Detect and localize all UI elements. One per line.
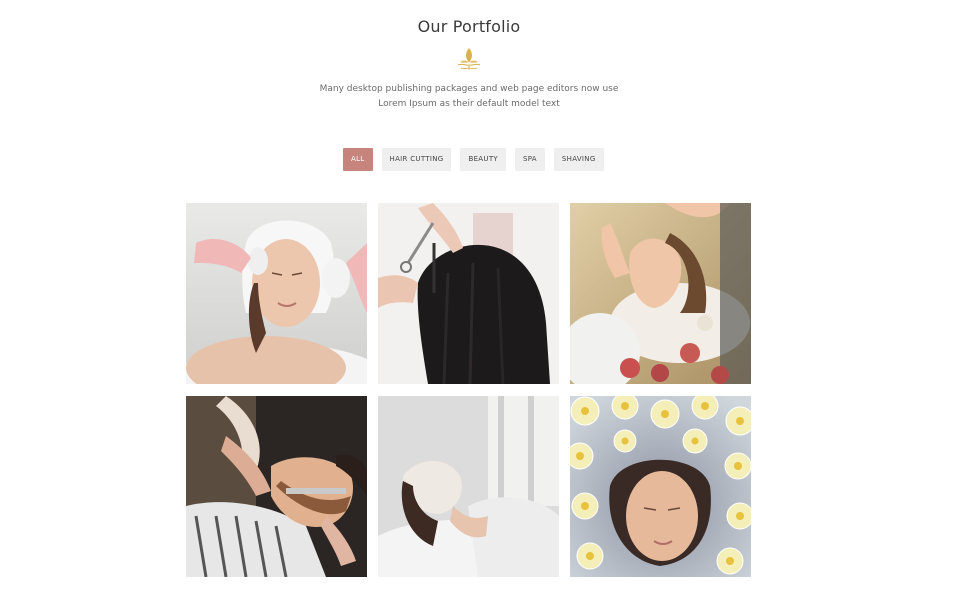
portfolio-item-face-mask[interactable] [378, 396, 559, 577]
portfolio-item-flower-bath[interactable] [570, 396, 751, 577]
facial-cleansing-photo [186, 203, 367, 384]
page-title: Our Portfolio [417, 17, 521, 36]
portfolio-item-hair-cutting[interactable] [378, 203, 559, 384]
face-massage-photo [570, 203, 751, 384]
portfolio-gallery [186, 203, 751, 577]
portfolio-description: Many desktop publishing packages and web… [0, 82, 938, 112]
filter-shaving-button[interactable]: SHAVING [553, 148, 604, 171]
portfolio-filter-bar: ALL HAIR CUTTING BEAUTY SPA SHAVING [343, 148, 604, 171]
filter-all-button[interactable]: ALL [343, 148, 373, 171]
filter-beauty-button[interactable]: BEAUTY [460, 148, 506, 171]
portfolio-item-facial-cleansing[interactable] [186, 203, 367, 384]
portfolio-item-beard-shaving[interactable] [186, 396, 367, 577]
filter-hair-cutting-button[interactable]: HAIR CUTTING [381, 148, 452, 171]
filter-spa-button[interactable]: SPA [514, 148, 545, 171]
beard-shaving-photo [186, 396, 367, 577]
description-line: Many desktop publishing packages and web… [319, 84, 619, 94]
face-mask-photo [378, 396, 559, 577]
description-line: Lorem Ipsum as their default model text [378, 99, 560, 109]
flower-bath-photo [570, 396, 751, 577]
portfolio-item-face-massage[interactable] [570, 203, 751, 384]
gold-lotus-flourish-icon [457, 48, 481, 70]
hair-cutting-photo [378, 203, 559, 384]
